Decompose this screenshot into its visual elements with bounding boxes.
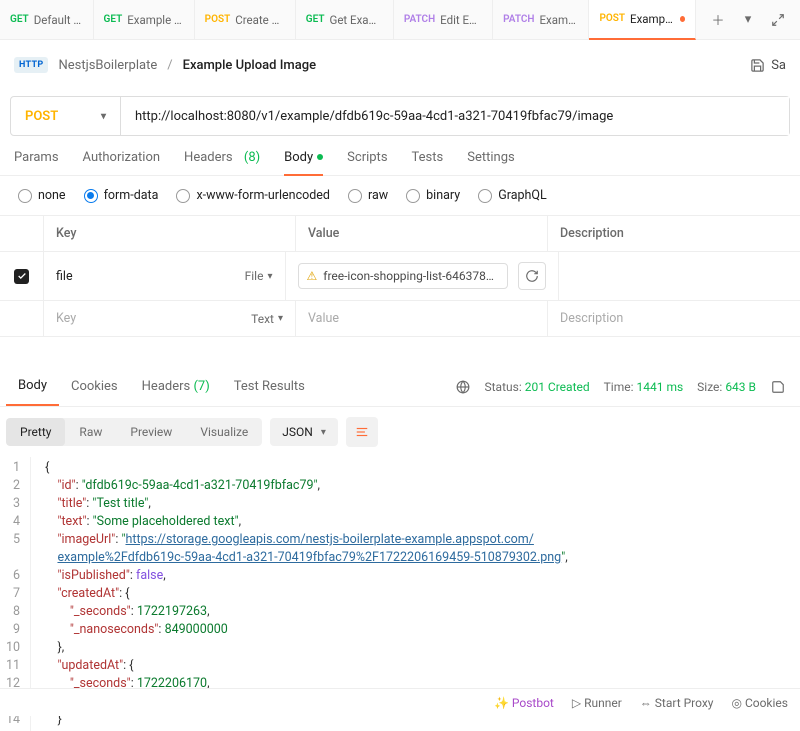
url-row: POST▾ xyxy=(10,96,790,136)
radio-graphql[interactable]: GraphQL xyxy=(478,188,547,203)
row-key-input[interactable]: Key Text▾ xyxy=(44,301,296,336)
status-label: Status: 201 Created xyxy=(485,380,590,394)
breadcrumb: HTTP NestjsBoilerplate / Example Upload … xyxy=(0,40,800,90)
radio-none[interactable]: none xyxy=(18,188,66,203)
row-value-input[interactable]: Value xyxy=(296,301,548,336)
tab-headers[interactable]: Headers (8) xyxy=(184,150,260,175)
breadcrumb-sep: / xyxy=(167,58,172,73)
tab[interactable]: PATCHEdit Exan xyxy=(394,0,493,40)
resp-tab-cookies[interactable]: Cookies xyxy=(59,367,130,406)
breadcrumb-folder[interactable]: NestjsBoilerplate xyxy=(58,58,157,73)
tab-body[interactable]: Body xyxy=(284,150,323,176)
save-response-icon[interactable] xyxy=(770,379,786,395)
table-row: file File▾ ⚠ free-icon-shopping-list-646… xyxy=(0,252,800,301)
bottom-bar: ✨ Postbot ▷ Runner ⇔ Start Proxy ◎ Cooki… xyxy=(0,688,800,716)
tab-settings[interactable]: Settings xyxy=(467,150,514,175)
response-toolbar: Pretty Raw Preview Visualize JSON▾ xyxy=(0,407,800,457)
url-input[interactable] xyxy=(121,97,789,135)
resp-tab-body[interactable]: Body xyxy=(6,367,59,406)
save-button[interactable]: Sa xyxy=(771,58,786,73)
row-checkbox[interactable] xyxy=(0,252,44,300)
row-desc-input[interactable]: Description xyxy=(548,301,800,336)
save-icon[interactable] xyxy=(749,57,765,73)
radio-binary[interactable]: binary xyxy=(406,188,460,203)
col-key: Key xyxy=(44,216,296,251)
proxy-button[interactable]: ⇔ Start Proxy xyxy=(640,696,714,710)
tab[interactable]: PATCHExample xyxy=(493,0,589,40)
view-raw[interactable]: Raw xyxy=(65,418,116,446)
tab-scripts[interactable]: Scripts xyxy=(347,150,387,175)
request-tabs: Params Authorization Headers (8) Body Sc… xyxy=(0,136,800,176)
form-data-table: Key Value Description file File▾ ⚠ free-… xyxy=(0,215,800,337)
view-preview[interactable]: Preview xyxy=(116,418,186,446)
view-pretty[interactable]: Pretty xyxy=(6,418,65,446)
field-type-select[interactable]: File▾ xyxy=(245,269,273,283)
top-tabs-bar: GETDefault ApGETExample LisPOSTCreate Ex… xyxy=(0,0,800,40)
file-chip[interactable]: ⚠ free-icon-shopping-list-6463781.p… xyxy=(298,263,508,289)
row-desc-cell[interactable] xyxy=(559,252,800,300)
col-desc: Description xyxy=(548,216,800,251)
body-active-dot xyxy=(317,154,323,160)
tab[interactable]: POSTExample l xyxy=(589,0,696,40)
resp-tab-headers[interactable]: Headers (7) xyxy=(130,367,222,406)
row-value-cell[interactable]: ⚠ free-icon-shopping-list-6463781.p… xyxy=(286,252,559,300)
table-row: Key Text▾ Value Description xyxy=(0,301,800,337)
radio-raw[interactable]: raw xyxy=(348,188,388,203)
radio-urlencoded[interactable]: x-www-form-urlencoded xyxy=(176,188,330,203)
breadcrumb-page: Example Upload Image xyxy=(183,58,316,73)
wrap-lines-button[interactable] xyxy=(346,417,378,447)
row-key-cell[interactable]: file File▾ xyxy=(44,252,286,300)
tab[interactable]: POSTCreate Exa xyxy=(195,0,296,40)
tab-tests[interactable]: Tests xyxy=(412,150,444,175)
globe-icon[interactable] xyxy=(455,379,471,395)
method-select[interactable]: POST▾ xyxy=(11,97,121,135)
warning-icon: ⚠ xyxy=(307,269,318,283)
chevron-down-icon: ▾ xyxy=(101,111,106,122)
view-visualize[interactable]: Visualize xyxy=(186,418,262,446)
tab[interactable]: GETDefault Ap xyxy=(0,0,94,40)
runner-button[interactable]: ▷ Runner xyxy=(572,696,622,710)
new-tab-button[interactable]: ＋ xyxy=(710,12,726,28)
time-label: Time: 1441 ms xyxy=(604,380,684,394)
format-select[interactable]: JSON▾ xyxy=(270,418,338,446)
resp-tab-results[interactable]: Test Results xyxy=(222,367,317,406)
tab-params[interactable]: Params xyxy=(14,150,59,175)
reupload-button[interactable] xyxy=(518,262,546,290)
size-label: Size: 643 B xyxy=(697,380,756,394)
field-type-select[interactable]: Text▾ xyxy=(251,312,283,326)
postbot-button[interactable]: ✨ Postbot xyxy=(494,696,554,710)
cookies-button[interactable]: ◎ Cookies xyxy=(731,696,788,710)
tab[interactable]: GETExample Lis xyxy=(94,0,195,40)
tab-authorization[interactable]: Authorization xyxy=(83,150,161,175)
tabs-menu[interactable]: ▾ xyxy=(740,12,756,28)
body-type-row: none form-data x-www-form-urlencoded raw… xyxy=(0,176,800,215)
response-tabs: Body Cookies Headers (7) Test Results St… xyxy=(0,367,800,407)
expand-icon[interactable] xyxy=(770,12,786,28)
col-value: Value xyxy=(296,216,548,251)
http-badge: HTTP xyxy=(14,57,48,73)
tab[interactable]: GETGet Exampl xyxy=(296,0,394,40)
radio-form-data[interactable]: form-data xyxy=(84,188,159,203)
